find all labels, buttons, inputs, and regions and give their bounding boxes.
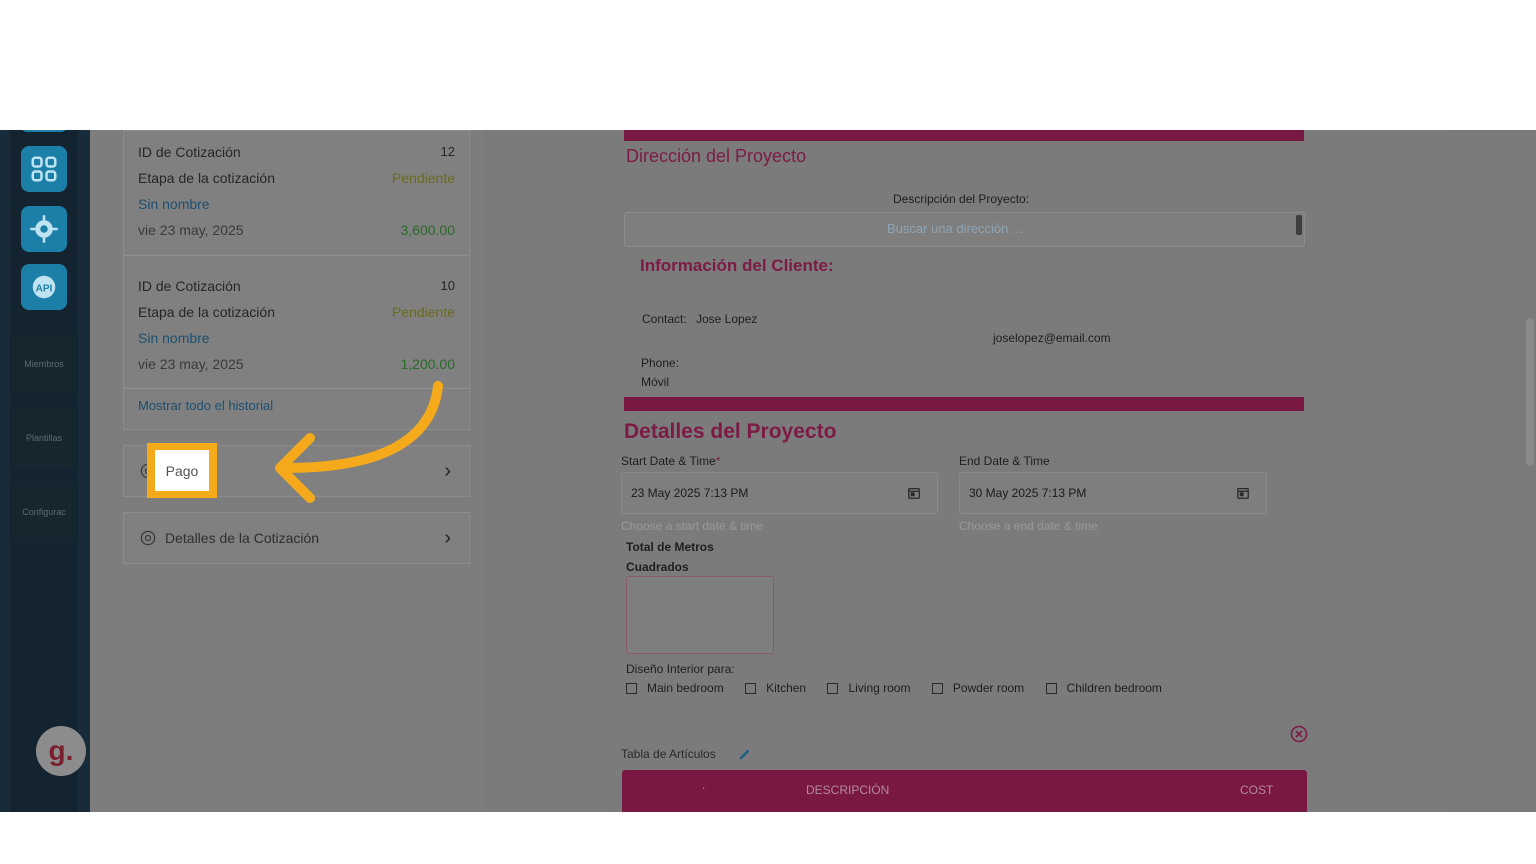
column-header-index: . bbox=[702, 778, 706, 792]
history-row-date: vie 23 may, 2025 1,200.00 bbox=[138, 356, 455, 372]
show-all-history-link[interactable]: Mostrar todo el historial bbox=[138, 398, 273, 413]
items-table-header: . DESCRIPCIÓN COST bbox=[622, 770, 1307, 812]
apps-grid-icon[interactable] bbox=[21, 146, 67, 192]
project-details-title: Detalles del Proyecto bbox=[624, 420, 837, 443]
quote-details-nav-card[interactable]: Detalles de la Cotización › bbox=[123, 512, 470, 564]
contact-value: Jose Lopez bbox=[696, 312, 758, 326]
contact-label: Contact: bbox=[642, 312, 687, 326]
history-row-name[interactable]: Sin nombre bbox=[138, 330, 455, 346]
calendar-icon[interactable] bbox=[1236, 486, 1250, 500]
pencil-icon[interactable] bbox=[738, 747, 752, 761]
items-table-label: Tabla de Artículos bbox=[621, 747, 716, 761]
section-bar-top bbox=[624, 130, 1304, 141]
sidebar-item-configuracion[interactable]: Configurac bbox=[12, 482, 76, 542]
client-email: joselopez@email.com bbox=[993, 331, 1111, 345]
sqm-label-line1: Total de Metros bbox=[626, 540, 714, 554]
app-button-partial[interactable] bbox=[21, 130, 67, 132]
phone-value: Móvil bbox=[641, 375, 670, 389]
avatar[interactable]: g. bbox=[36, 726, 86, 776]
history-row-id: ID de Cotización 10 bbox=[138, 278, 455, 294]
start-date-label: Start Date & Time* bbox=[621, 454, 721, 468]
quote-details-label: Detalles de la Cotización bbox=[165, 530, 320, 546]
history-row-name[interactable]: Sin nombre bbox=[138, 196, 455, 212]
scrollbar-thumb[interactable] bbox=[1526, 318, 1534, 466]
address-title: Dirección del Proyecto bbox=[626, 146, 807, 166]
divider bbox=[124, 255, 469, 256]
square-meters-textarea[interactable] bbox=[626, 576, 774, 654]
history-row-stage: Etapa de la cotización Pendiente bbox=[138, 304, 455, 320]
sqm-label-line2: Cuadrados bbox=[626, 560, 689, 574]
interior-design-label: Diseño Interior para: bbox=[626, 662, 735, 676]
column-header-description[interactable]: DESCRIPCIÓN bbox=[806, 783, 889, 797]
scroll-track bbox=[1453, 130, 1536, 812]
checkbox-kitchen[interactable]: Kitchen bbox=[745, 681, 806, 695]
close-circle-icon[interactable] bbox=[1290, 725, 1308, 743]
client-info-title: Información del Cliente: bbox=[640, 256, 834, 275]
history-row-stage: Etapa de la cotización Pendiente bbox=[138, 170, 455, 186]
curved-arrow-annotation bbox=[275, 381, 443, 503]
section-bar-details bbox=[624, 397, 1304, 411]
end-date-label: End Date & Time bbox=[959, 454, 1050, 468]
checkbox-powder-room[interactable]: Powder room bbox=[931, 681, 1024, 695]
app-window: API Miembros Plantillas Configurac g. ID… bbox=[0, 130, 1536, 812]
api-icon[interactable]: API bbox=[21, 264, 67, 310]
settings-gear-icon[interactable] bbox=[21, 206, 67, 252]
gear-icon bbox=[140, 530, 156, 546]
input-scrollbar[interactable] bbox=[1296, 215, 1302, 235]
sidebar-item-plantillas[interactable]: Plantillas bbox=[12, 408, 76, 468]
phone-label: Phone: bbox=[641, 356, 680, 370]
column-header-cost[interactable]: COST bbox=[1240, 783, 1273, 797]
start-date-help: Choose a start date & time bbox=[621, 519, 764, 533]
sidebar-item-miembros[interactable]: Miembros bbox=[12, 334, 76, 394]
history-row-id: ID de Cotización 12 bbox=[138, 144, 455, 160]
address-search-input[interactable]: Buscar una dirección ... bbox=[624, 212, 1305, 247]
end-date-input[interactable]: 30 May 2025 7:13 PM bbox=[959, 472, 1267, 514]
calendar-icon[interactable] bbox=[907, 486, 921, 500]
checkbox-main-bedroom[interactable]: Main bedroom bbox=[626, 681, 724, 695]
checkbox-children-bedroom[interactable]: Children bedroom bbox=[1045, 681, 1162, 695]
end-date-help: Choose a end date & time bbox=[959, 519, 1098, 533]
history-row-date: vie 23 may, 2025 3,600.00 bbox=[138, 222, 455, 238]
pago-highlight-label: Pago bbox=[155, 450, 209, 491]
checkbox-living-room[interactable]: Living room bbox=[827, 681, 910, 695]
svg-text:API: API bbox=[36, 283, 53, 294]
left-rail: API Miembros Plantillas Configurac g. bbox=[0, 130, 90, 812]
chevron-right-icon: › bbox=[444, 526, 451, 549]
pago-highlight-box[interactable]: Pago bbox=[147, 443, 217, 498]
room-checkboxes: Main bedroom Kitchen Living room Powder … bbox=[626, 681, 1180, 697]
project-description-label: Descripción del Proyecto: bbox=[893, 192, 1030, 206]
start-date-input[interactable]: 23 May 2025 7:13 PM bbox=[621, 472, 938, 514]
